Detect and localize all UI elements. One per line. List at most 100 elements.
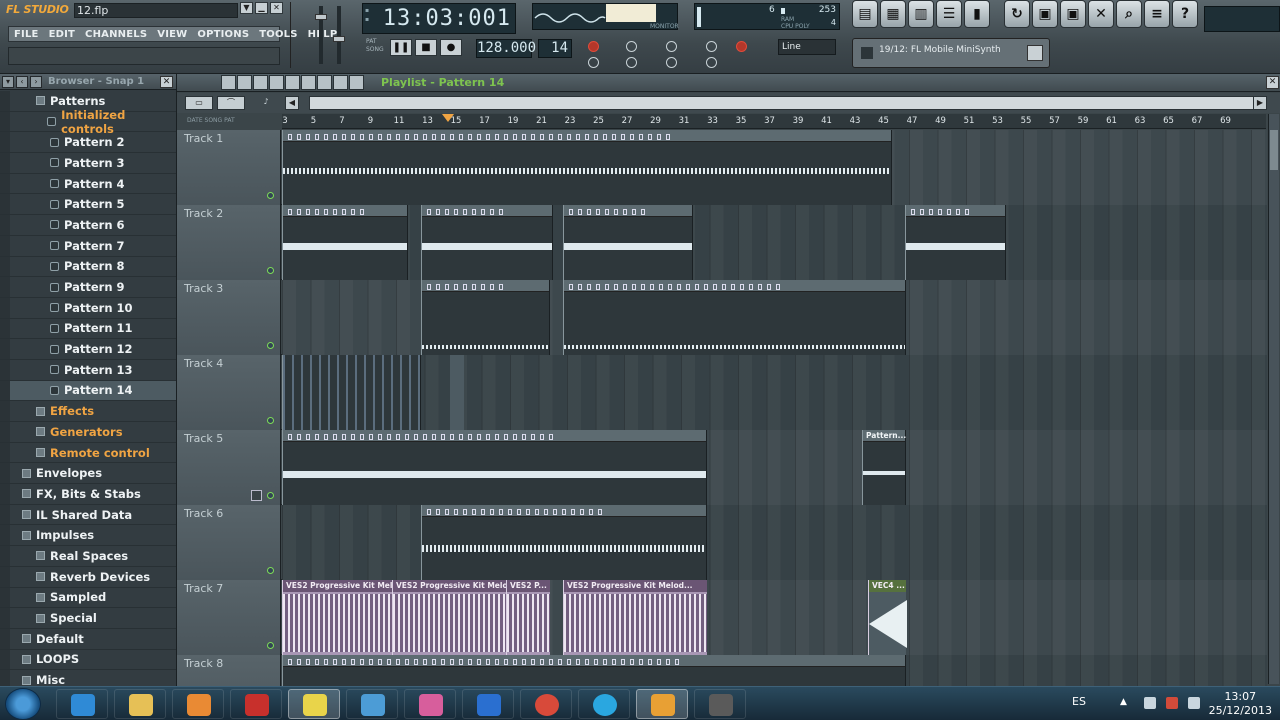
paint-tool-icon[interactable] xyxy=(237,75,252,90)
browser-item[interactable]: Pattern 5 xyxy=(0,194,176,216)
pattern-number-display[interactable]: 14 xyxy=(538,39,572,58)
track-enable-icon[interactable] xyxy=(267,492,274,499)
pattern-clip[interactable]: Pattern... xyxy=(862,430,906,505)
pattern-clip[interactable] xyxy=(421,505,707,580)
piano-roll-icon[interactable]: ▥ xyxy=(908,0,934,28)
mute-tool-icon[interactable] xyxy=(269,75,284,90)
track-enable-icon[interactable] xyxy=(267,642,274,649)
track-lane[interactable]: VES2 Progressive Kit Melod... VES2 Progr… xyxy=(282,580,1267,655)
track-header[interactable]: Track 8 xyxy=(177,655,281,686)
volume-icon[interactable] xyxy=(1188,697,1200,709)
note-icon[interactable]: ♪ xyxy=(257,96,275,110)
browser-item[interactable]: Pattern 3 xyxy=(0,153,176,174)
multilink-icon[interactable] xyxy=(706,57,717,68)
pattern-clip[interactable] xyxy=(282,655,906,686)
network-icon[interactable] xyxy=(1166,697,1178,709)
menu-item-edit[interactable]: EDIT xyxy=(44,27,80,41)
browser-item[interactable]: Sampled xyxy=(0,587,176,609)
typing-keyboard-icon[interactable] xyxy=(666,57,677,68)
track-header[interactable]: Track 7 xyxy=(177,580,281,655)
tools-icon[interactable]: ✕ xyxy=(1088,0,1114,28)
track-header[interactable]: Track 6 xyxy=(177,505,281,580)
help-icon[interactable]: ? xyxy=(1172,0,1198,28)
record-mode-icon[interactable] xyxy=(588,41,599,52)
menu-item-view[interactable]: VIEW xyxy=(152,27,192,41)
flag-icon[interactable] xyxy=(1144,697,1156,709)
start-button[interactable] xyxy=(5,688,41,720)
track-header[interactable]: Track 3 xyxy=(177,280,281,355)
taskbar-explorer[interactable] xyxy=(114,689,166,719)
search-icon[interactable]: ⌕ xyxy=(1116,0,1142,28)
taskbar-app[interactable] xyxy=(230,689,282,719)
taskbar-flstudio[interactable] xyxy=(636,689,688,719)
track-lane[interactable] xyxy=(282,280,1267,355)
close-icon[interactable]: ✕ xyxy=(1266,76,1279,89)
mixer-icon[interactable]: ▮ xyxy=(964,0,990,28)
browser-item[interactable]: Generators xyxy=(0,422,176,443)
browser-item[interactable]: Pattern 8 xyxy=(0,256,176,278)
track-header[interactable]: Track 4 xyxy=(177,355,281,430)
draw-tool-icon[interactable] xyxy=(221,75,236,90)
undo-icon[interactable]: ↻ xyxy=(1004,0,1030,28)
browser-item[interactable]: Pattern 14 xyxy=(0,380,176,402)
taskbar-app5[interactable] xyxy=(694,689,746,719)
browser-item[interactable]: Special xyxy=(0,608,176,629)
pattern-clip[interactable] xyxy=(905,205,1006,280)
show-hidden-icon[interactable]: ▲ xyxy=(1120,697,1132,709)
channel-menu-button[interactable] xyxy=(1027,45,1043,61)
browser-back-icon[interactable]: ‹ xyxy=(16,75,28,88)
audio-clip[interactable]: VES2 P... xyxy=(506,580,550,655)
track-enable-icon[interactable] xyxy=(267,417,274,424)
metronome-icon[interactable] xyxy=(626,41,637,52)
audio-clip[interactable]: VEC4 ... xyxy=(868,580,907,655)
taskbar-chrome[interactable] xyxy=(520,689,572,719)
system-clock[interactable]: 13:07 25/12/2013 xyxy=(1209,690,1272,718)
browser-icon[interactable]: ☰ xyxy=(936,0,962,28)
browser-item[interactable]: Pattern 4 xyxy=(0,173,176,195)
browser-item[interactable]: Impulses xyxy=(0,525,176,547)
track-lane[interactable] xyxy=(282,655,1267,686)
taskbar-app3[interactable] xyxy=(404,689,456,719)
menu-item-options[interactable]: OPTIONS xyxy=(192,27,254,41)
stop-button[interactable]: ■ xyxy=(415,39,437,56)
timeline-ruler[interactable]: 3 5 7 9 11 13 15 17 19 21 23 25 27 29 31 33 35 37 39 41 43 45… xyxy=(282,114,1266,129)
delete-tool-icon[interactable] xyxy=(253,75,268,90)
browser-menu-icon[interactable]: ▾ xyxy=(2,75,14,88)
pattern-clip[interactable] xyxy=(563,205,693,280)
countdown-icon[interactable] xyxy=(588,57,599,68)
taskbar-ie[interactable] xyxy=(56,689,108,719)
browser-item[interactable]: LOOPS xyxy=(0,649,176,671)
track-instrument-icon[interactable] xyxy=(251,490,262,501)
pattern-clip[interactable] xyxy=(282,430,707,505)
master-pitch-fader[interactable] xyxy=(337,6,341,64)
browser-item[interactable]: Initialized controls xyxy=(0,108,176,136)
channel-selector[interactable]: 19/12: FL Mobile MiniSynth xyxy=(852,38,1050,68)
taskbar-app4[interactable] xyxy=(462,689,514,719)
browser-item[interactable]: FX, Bits & Stabs xyxy=(0,484,176,505)
browser-item[interactable]: Default xyxy=(0,628,176,650)
pattern-clip[interactable] xyxy=(421,280,550,355)
play-tool-icon[interactable] xyxy=(349,75,364,90)
scroll-left-icon[interactable]: ◀ xyxy=(285,96,299,110)
blend-notes-icon[interactable] xyxy=(626,57,637,68)
taskbar-media[interactable] xyxy=(172,689,224,719)
audio-clip[interactable]: VES2 Progressive Kit Melod... xyxy=(563,580,707,655)
volume-knob-icon[interactable] xyxy=(315,14,327,20)
menu-item-file[interactable]: FILE xyxy=(9,27,44,41)
dropdown-icon[interactable]: ▼ xyxy=(240,2,253,14)
taskbar-app2[interactable] xyxy=(346,689,398,719)
menu-item-channels[interactable]: CHANNELS xyxy=(80,27,152,41)
snap-button[interactable]: ▭ xyxy=(185,96,213,110)
track-lane[interactable]: Pattern... xyxy=(282,430,1267,505)
browser-item[interactable]: Pattern 11 xyxy=(0,318,176,340)
track-enable-icon[interactable] xyxy=(267,267,274,274)
track-lane[interactable] xyxy=(282,355,1267,430)
browser-item[interactable]: Pattern 6 xyxy=(0,215,176,236)
track-header[interactable]: Track 2 xyxy=(177,205,281,280)
track-enable-icon[interactable] xyxy=(267,567,274,574)
save-icon[interactable]: ▣ xyxy=(1032,0,1058,28)
notes-icon[interactable]: ≡ xyxy=(1144,0,1170,28)
track-lane[interactable] xyxy=(282,130,1267,205)
browser-item[interactable]: Effects xyxy=(0,401,176,422)
wait-input-icon[interactable] xyxy=(736,41,747,52)
